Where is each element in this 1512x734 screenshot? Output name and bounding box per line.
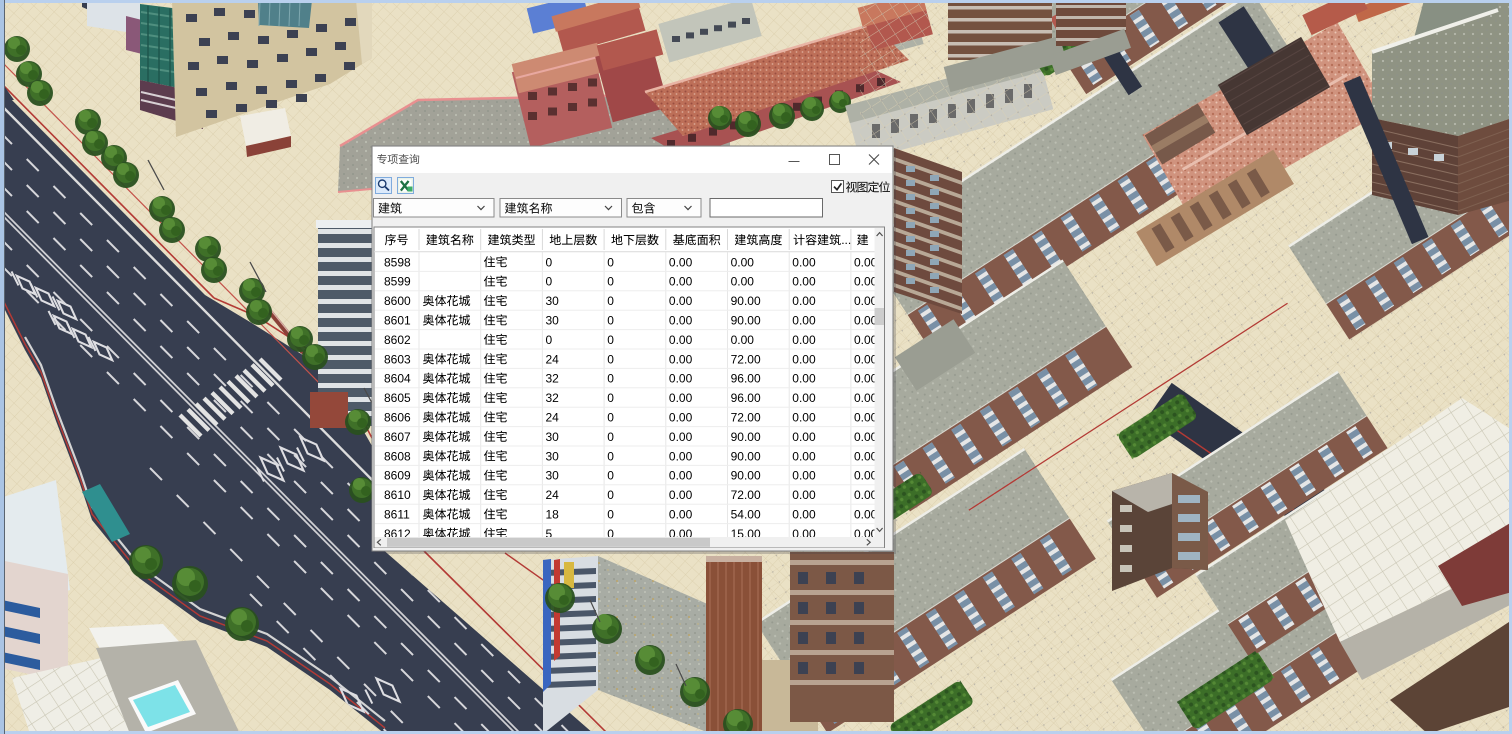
- svg-text:24: 24: [546, 352, 560, 366]
- svg-text:0.00: 0.00: [669, 275, 693, 289]
- svg-text:30: 30: [546, 314, 560, 328]
- svg-text:0.00: 0.00: [669, 255, 693, 269]
- svg-text:8609: 8609: [384, 469, 411, 483]
- svg-text:0.00: 0.00: [669, 294, 693, 308]
- svg-text:72.00: 72.00: [731, 488, 761, 502]
- svg-text:54.00: 54.00: [731, 508, 761, 522]
- svg-text:90.00: 90.00: [731, 449, 761, 463]
- svg-text:0.00: 0.00: [669, 508, 693, 522]
- svg-text:0.00: 0.00: [854, 430, 878, 444]
- svg-text:32: 32: [546, 391, 560, 405]
- svg-text:0.00: 0.00: [792, 430, 816, 444]
- svg-text:0.00: 0.00: [854, 352, 878, 366]
- svg-text:0: 0: [607, 255, 614, 269]
- svg-text:72.00: 72.00: [731, 411, 761, 425]
- svg-text:90.00: 90.00: [731, 469, 761, 483]
- svg-text:0.00: 0.00: [854, 372, 878, 386]
- svg-text:30: 30: [546, 294, 560, 308]
- svg-text:0.00: 0.00: [731, 333, 755, 347]
- svg-text:30: 30: [546, 430, 560, 444]
- svg-text:96.00: 96.00: [731, 391, 761, 405]
- svg-text:8602: 8602: [384, 333, 411, 347]
- svg-text:0.00: 0.00: [854, 333, 878, 347]
- svg-text:0.00: 0.00: [669, 488, 693, 502]
- svg-text:0: 0: [546, 333, 553, 347]
- svg-text:8606: 8606: [384, 411, 411, 425]
- svg-text:0: 0: [607, 411, 614, 425]
- svg-text:0.00: 0.00: [792, 488, 816, 502]
- svg-text:8601: 8601: [384, 314, 411, 328]
- svg-text:0.00: 0.00: [854, 488, 878, 502]
- svg-text:0: 0: [607, 449, 614, 463]
- svg-text:30: 30: [546, 469, 560, 483]
- svg-text:0: 0: [607, 391, 614, 405]
- svg-text:32: 32: [546, 372, 560, 386]
- svg-text:24: 24: [546, 411, 560, 425]
- svg-text:0.00: 0.00: [669, 314, 693, 328]
- svg-text:0.00: 0.00: [792, 372, 816, 386]
- svg-text:0.00: 0.00: [669, 372, 693, 386]
- svg-text:0: 0: [607, 352, 614, 366]
- svg-text:72.00: 72.00: [731, 352, 761, 366]
- svg-text:0: 0: [546, 255, 553, 269]
- svg-text:0.00: 0.00: [792, 352, 816, 366]
- svg-text:0: 0: [607, 469, 614, 483]
- svg-text:96.00: 96.00: [731, 372, 761, 386]
- svg-text:8604: 8604: [384, 372, 411, 386]
- svg-text:0.00: 0.00: [792, 508, 816, 522]
- svg-text:0.00: 0.00: [854, 314, 878, 328]
- svg-text:0.00: 0.00: [854, 411, 878, 425]
- svg-text:0.00: 0.00: [792, 469, 816, 483]
- svg-text:24: 24: [546, 488, 560, 502]
- svg-text:0.00: 0.00: [792, 255, 816, 269]
- svg-text:0.00: 0.00: [854, 469, 878, 483]
- svg-text:0.00: 0.00: [792, 275, 816, 289]
- svg-text:0.00: 0.00: [731, 275, 755, 289]
- svg-text:18: 18: [546, 508, 560, 522]
- svg-text:8599: 8599: [384, 275, 411, 289]
- svg-text:30: 30: [546, 449, 560, 463]
- svg-text:0.00: 0.00: [731, 255, 755, 269]
- svg-text:0: 0: [607, 488, 614, 502]
- svg-text:90.00: 90.00: [731, 314, 761, 328]
- svg-text:0: 0: [546, 275, 553, 289]
- svg-text:0: 0: [607, 508, 614, 522]
- svg-text:8607: 8607: [384, 430, 411, 444]
- svg-text:8611: 8611: [384, 508, 410, 522]
- svg-text:0.00: 0.00: [669, 333, 693, 347]
- svg-text:0: 0: [607, 430, 614, 444]
- svg-text:0.00: 0.00: [792, 391, 816, 405]
- svg-text:8600: 8600: [384, 294, 411, 308]
- svg-text:0.00: 0.00: [792, 411, 816, 425]
- svg-text:0.00: 0.00: [669, 449, 693, 463]
- svg-text:0.00: 0.00: [792, 294, 816, 308]
- svg-text:0.00: 0.00: [792, 333, 816, 347]
- svg-text:90.00: 90.00: [731, 294, 761, 308]
- svg-text:8605: 8605: [384, 391, 411, 405]
- svg-text:0.00: 0.00: [669, 411, 693, 425]
- svg-text:0.00: 0.00: [669, 391, 693, 405]
- svg-text:90.00: 90.00: [731, 430, 761, 444]
- svg-text:0: 0: [607, 275, 614, 289]
- svg-text:8603: 8603: [384, 352, 411, 366]
- svg-text:0: 0: [607, 372, 614, 386]
- svg-text:0.00: 0.00: [669, 430, 693, 444]
- svg-text:0.00: 0.00: [669, 469, 693, 483]
- svg-text:0.00: 0.00: [854, 391, 878, 405]
- svg-text:0.00: 0.00: [792, 314, 816, 328]
- svg-text:0.00: 0.00: [854, 255, 878, 269]
- svg-text:0: 0: [607, 314, 614, 328]
- svg-text:0.00: 0.00: [854, 508, 878, 522]
- svg-text:0.00: 0.00: [669, 352, 693, 366]
- svg-text:0: 0: [607, 294, 614, 308]
- svg-text:0.00: 0.00: [854, 449, 878, 463]
- svg-text:8610: 8610: [384, 488, 411, 502]
- svg-text:0.00: 0.00: [792, 449, 816, 463]
- svg-text:0: 0: [607, 333, 614, 347]
- svg-text:8608: 8608: [384, 449, 411, 463]
- svg-text:0.00: 0.00: [854, 294, 878, 308]
- svg-text:8598: 8598: [384, 255, 411, 269]
- svg-text:0.00: 0.00: [854, 275, 878, 289]
- svg-text:...: ...: [841, 233, 851, 247]
